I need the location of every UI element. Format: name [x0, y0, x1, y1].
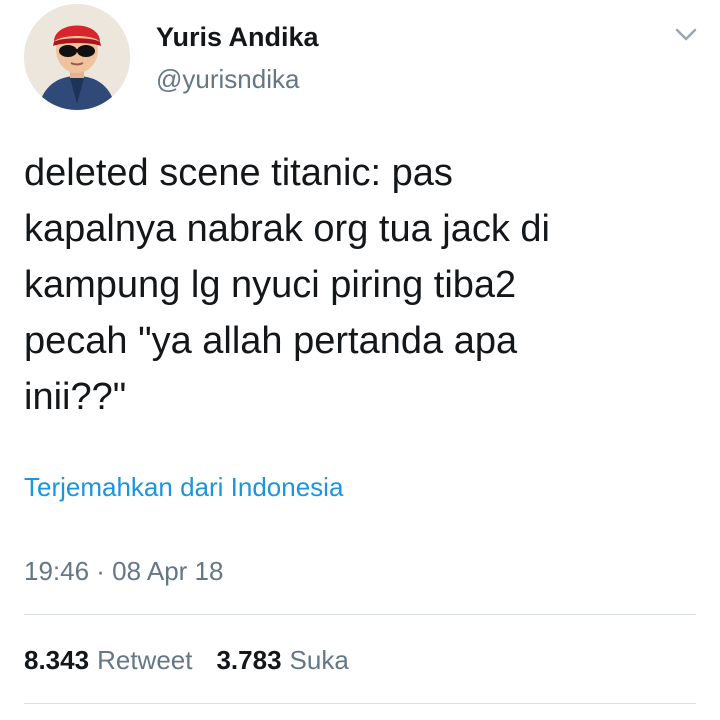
- retweets-label: Retweet: [97, 645, 193, 675]
- retweets-count: 8.343: [24, 645, 90, 675]
- retweets-stat[interactable]: 8.343 Retweet: [24, 645, 192, 676]
- avatar[interactable]: [24, 4, 130, 110]
- likes-stat[interactable]: 3.783 Suka: [216, 645, 348, 676]
- tweet-stats: 8.343 Retweet 3.783 Suka: [24, 645, 349, 676]
- chevron-down-icon[interactable]: [672, 20, 700, 48]
- avatar-photo: [24, 4, 130, 110]
- likes-label: Suka: [289, 645, 349, 675]
- divider: [24, 614, 696, 615]
- tweet-card: Yuris Andika @yurisndika deleted scene t…: [0, 0, 720, 720]
- tweet-text: deleted scene titanic: pas kapalnya nabr…: [24, 152, 550, 418]
- author-handle[interactable]: @yurisndika: [156, 64, 299, 95]
- tweet-timestamp[interactable]: 19:46 · 08 Apr 18: [24, 556, 223, 587]
- likes-count: 3.783: [216, 645, 282, 675]
- author-display-name[interactable]: Yuris Andika: [156, 22, 319, 53]
- divider: [24, 703, 696, 704]
- translate-link[interactable]: Terjemahkan dari Indonesia: [24, 472, 343, 503]
